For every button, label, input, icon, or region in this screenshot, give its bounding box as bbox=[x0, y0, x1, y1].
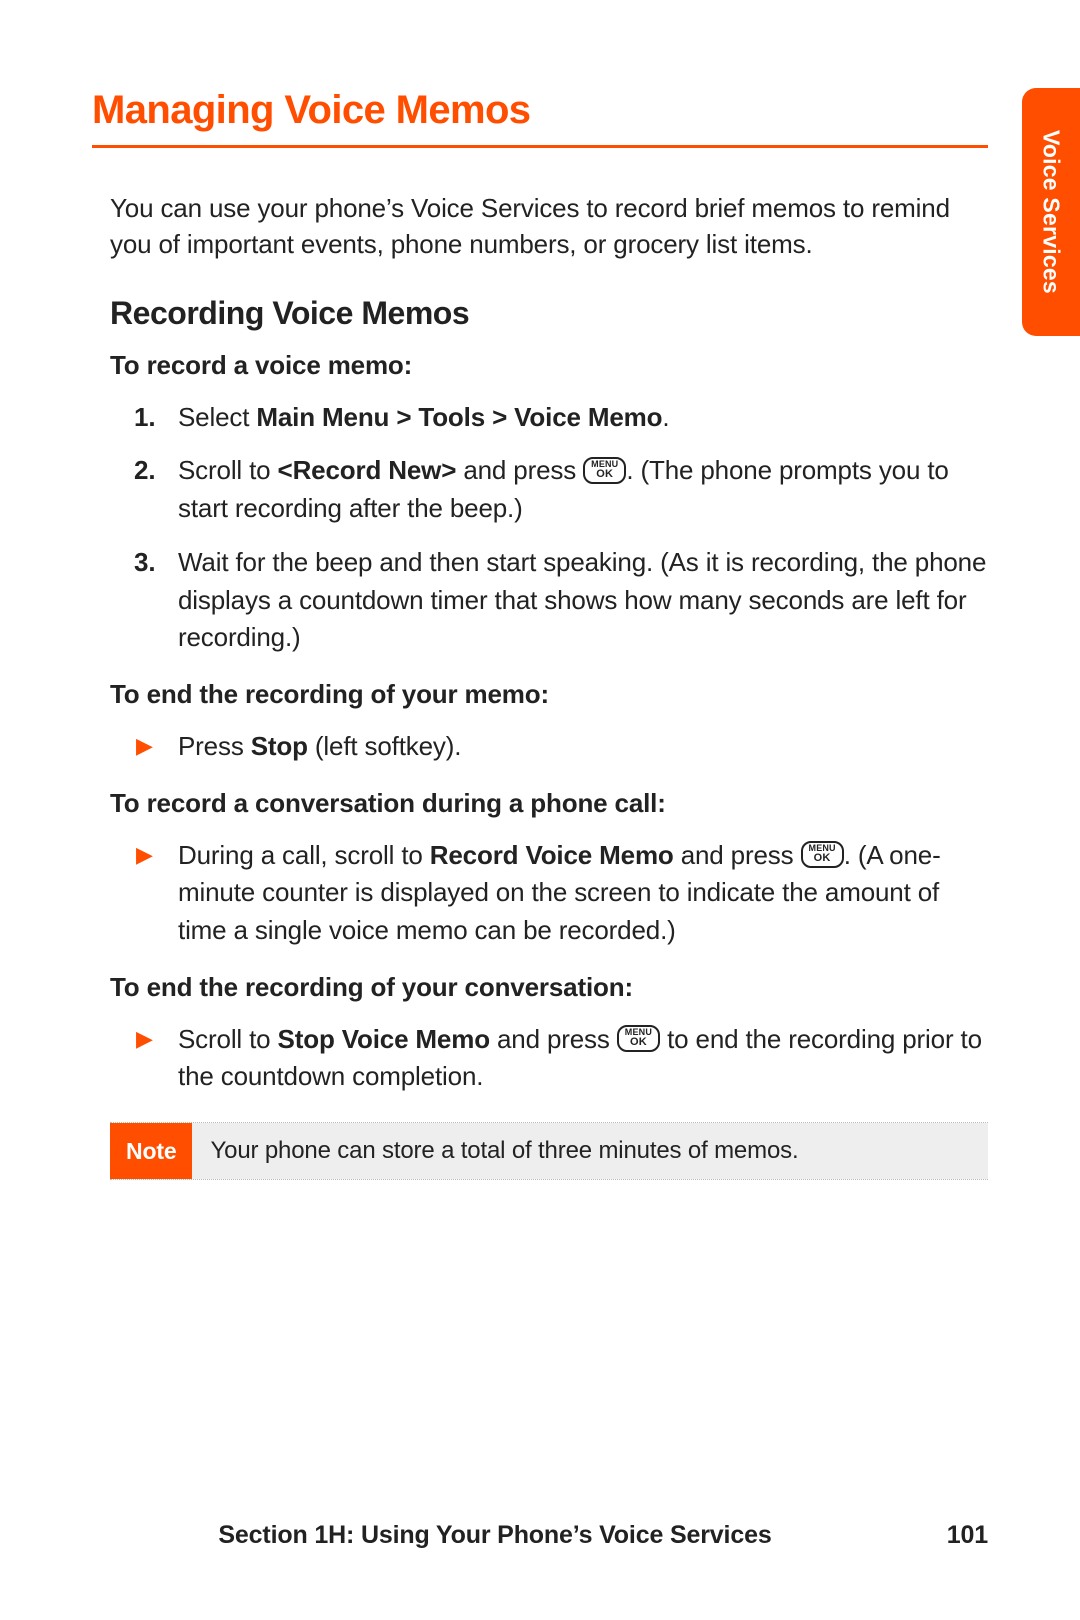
bullet-record-conversation: ▶ During a call, scroll to Record Voice … bbox=[110, 837, 988, 950]
lead-end-conversation: To end the recording of your conversatio… bbox=[92, 972, 988, 1003]
steps-list: Select Main Menu > Tools > Voice Memo. S… bbox=[92, 399, 988, 657]
bullet-end-conversation: ▶ Scroll to Stop Voice Memo and press ME… bbox=[110, 1021, 988, 1096]
title-rule bbox=[92, 145, 988, 148]
triangle-bullet-icon: ▶ bbox=[136, 730, 153, 762]
bullet-end-memo: ▶ Press Stop (left softkey). bbox=[110, 728, 988, 766]
intro-paragraph: You can use your phone’s Voice Services … bbox=[92, 190, 988, 263]
menu-ok-key-icon: MENUOK bbox=[617, 1025, 660, 1052]
triangle-bullet-icon: ▶ bbox=[136, 839, 153, 871]
step-1: Select Main Menu > Tools > Voice Memo. bbox=[110, 399, 988, 437]
side-tab-voice-services: Voice Services bbox=[1022, 88, 1080, 336]
note-label: Note bbox=[110, 1123, 192, 1179]
page-number: 101 bbox=[947, 1521, 988, 1550]
lead-end-memo: To end the recording of your memo: bbox=[92, 679, 988, 710]
page-title-h1: Managing Voice Memos bbox=[92, 88, 988, 133]
note-box: Note Your phone can store a total of thr… bbox=[110, 1122, 988, 1180]
lead-record-conversation: To record a conversation during a phone … bbox=[92, 788, 988, 819]
step-2: Scroll to <Record New> and press MENUOK.… bbox=[110, 452, 988, 527]
triangle-bullet-icon: ▶ bbox=[136, 1023, 153, 1055]
menu-ok-key-icon: MENUOK bbox=[583, 457, 626, 484]
footer-section-label: Section 1H: Using Your Phone’s Voice Ser… bbox=[218, 1521, 861, 1550]
page-content: Managing Voice Memos You can use your ph… bbox=[0, 0, 1080, 1180]
side-tab-label: Voice Services bbox=[1038, 130, 1065, 294]
lead-record-memo: To record a voice memo: bbox=[92, 350, 988, 381]
section-title-h2: Recording Voice Memos bbox=[92, 295, 988, 332]
page-footer: Section 1H: Using Your Phone’s Voice Ser… bbox=[0, 1521, 1080, 1550]
note-text: Your phone can store a total of three mi… bbox=[192, 1123, 988, 1179]
step-3: Wait for the beep and then start speakin… bbox=[110, 544, 988, 657]
menu-ok-key-icon: MENUOK bbox=[801, 841, 844, 868]
